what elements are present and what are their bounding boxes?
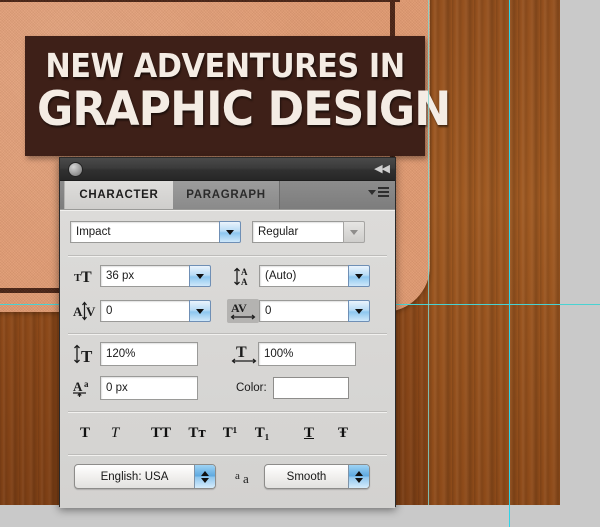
leading-icon: A A — [231, 265, 259, 287]
vertical-guide-inner — [428, 0, 429, 505]
svg-text:A: A — [73, 304, 83, 319]
kerning-dropdown-arrow[interactable] — [189, 300, 211, 322]
divider-1 — [68, 255, 387, 257]
font-style-dropdown-arrow[interactable] — [343, 221, 365, 243]
svg-text:T: T — [81, 347, 93, 364]
tab-paragraph[interactable]: PARAGRAPH — [173, 181, 280, 209]
wood-texture-panel-right — [430, 0, 560, 505]
panel-tab-row: CHARACTER PARAGRAPH — [60, 181, 395, 210]
font-style-input[interactable] — [252, 221, 343, 243]
font-family-field[interactable] — [70, 221, 241, 243]
baseline-shift-icon: A a — [72, 377, 100, 399]
tracking-dropdown-arrow[interactable] — [348, 300, 370, 322]
all-caps-button[interactable]: TT — [142, 420, 180, 446]
kerning-input[interactable] — [100, 300, 189, 322]
superscript-button[interactable]: T¹ — [214, 420, 246, 446]
artwork-title-line-2: GRAPHIC DESIGN — [37, 82, 451, 137]
svg-text:A: A — [241, 277, 248, 286]
leading-icon-glyph: A A — [234, 267, 248, 286]
font-family-input[interactable] — [70, 221, 219, 243]
baseline-shift-icon-glyph: A a — [73, 379, 89, 397]
type-style-buttons: T T TT Tт T¹ T₁ T Ŧ — [70, 416, 385, 450]
vertical-scale-icon: T — [72, 343, 100, 365]
svg-text:A: A — [73, 379, 83, 394]
kerning-icon: A V — [72, 300, 100, 322]
leading-field[interactable] — [259, 265, 370, 287]
faux-bold-button[interactable]: T — [70, 420, 100, 446]
antialias-value: Smooth — [286, 470, 327, 483]
tab-character[interactable]: CHARACTER — [64, 181, 174, 209]
tracking-icon-glyph: AV — [230, 301, 256, 320]
artwork-title-line-1: NEW ADVENTURES IN — [45, 46, 405, 85]
divider-2 — [68, 333, 387, 335]
svg-text:AV: AV — [231, 301, 247, 315]
subscript-button[interactable]: T₁ — [246, 420, 278, 446]
language-value: English: USA — [100, 470, 169, 483]
anti-aliasing-icon: a a — [234, 468, 260, 486]
divider-3 — [68, 411, 387, 413]
tracking-field[interactable] — [259, 300, 370, 322]
antialias-select[interactable]: Smooth — [264, 464, 370, 489]
svg-text:T: T — [236, 344, 247, 361]
vertical-scale-input[interactable] — [100, 342, 198, 366]
svg-text:a: a — [235, 470, 240, 482]
svg-text:T: T — [81, 269, 92, 285]
hamburger-icon — [378, 187, 389, 197]
horizontal-scale-input[interactable] — [258, 342, 356, 366]
kerning-field[interactable] — [100, 300, 211, 322]
screenshot-stage: NEW ADVENTURES IN GRAPHIC DESIGN ◀◀ CHAR… — [0, 0, 600, 527]
font-size-field[interactable] — [100, 265, 211, 287]
strikethrough-button[interactable]: Ŧ — [328, 420, 358, 446]
svg-text:a: a — [84, 379, 89, 389]
panel-body: T T A A — [60, 210, 395, 508]
tracking-input[interactable] — [259, 300, 348, 322]
window-dot-icon[interactable] — [68, 162, 83, 177]
tracking-icon: AV — [227, 299, 259, 323]
baseline-shift-input[interactable] — [100, 376, 198, 400]
vertical-guide — [509, 0, 510, 527]
character-panel[interactable]: ◀◀ CHARACTER PARAGRAPH Impact Regular T … — [59, 157, 396, 508]
antialias-stepper-icon[interactable] — [348, 465, 369, 488]
svg-text:a: a — [243, 471, 249, 486]
horizontal-scale-icon-glyph: T — [231, 344, 257, 364]
svg-text:V: V — [86, 304, 96, 319]
artwork-title-block: NEW ADVENTURES IN GRAPHIC DESIGN — [25, 36, 451, 156]
chevron-down-icon — [368, 189, 376, 195]
panel-titlebar[interactable]: ◀◀ — [60, 158, 395, 181]
font-size-icon-glyph: T T — [74, 269, 92, 285]
color-label: Color: — [236, 382, 267, 394]
underline-button[interactable]: T — [294, 420, 324, 446]
horizontal-scale-icon: T — [230, 343, 258, 365]
font-size-input[interactable] — [100, 265, 189, 287]
language-select[interactable]: English: USA — [74, 464, 216, 489]
leading-dropdown-arrow[interactable] — [348, 265, 370, 287]
leading-input[interactable] — [259, 265, 348, 287]
faux-italic-button[interactable]: T — [100, 420, 130, 446]
panel-menu-icon[interactable] — [368, 187, 389, 197]
language-stepper-icon[interactable] — [194, 465, 215, 488]
anti-aliasing-icon-glyph: a a — [235, 470, 249, 486]
font-style-field[interactable] — [252, 221, 365, 243]
divider-4 — [68, 454, 387, 456]
font-size-dropdown-arrow[interactable] — [189, 265, 211, 287]
kerning-icon-glyph: A V — [73, 301, 96, 321]
text-color-swatch[interactable] — [272, 377, 349, 399]
small-caps-button[interactable]: Tт — [180, 420, 214, 446]
svg-text:A: A — [241, 267, 248, 277]
font-family-dropdown-arrow[interactable] — [219, 221, 241, 243]
vertical-scale-icon-glyph: T — [74, 344, 93, 364]
collapse-to-icons-icon[interactable]: ◀◀ — [374, 162, 390, 175]
font-size-icon: T T — [72, 265, 100, 287]
